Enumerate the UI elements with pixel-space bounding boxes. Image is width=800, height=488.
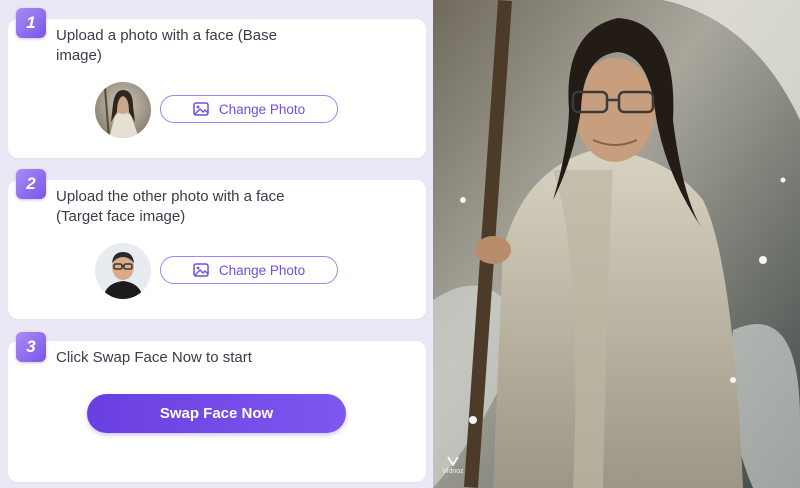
step-3-badge: 3 (16, 332, 46, 362)
image-icon (193, 263, 209, 277)
base-image-thumbnail[interactable] (95, 82, 151, 138)
step-2-text-line1: Upload the other photo with a face (56, 188, 285, 205)
change-photo-label: Change Photo (218, 101, 306, 117)
step-1-text-line1: Upload a photo with a face (Base (56, 27, 277, 44)
step-2-badge: 2 (16, 169, 46, 199)
step-2-text-line2: (Target face image) (56, 208, 186, 225)
step-1-badge: 1 (16, 8, 46, 38)
step-1-text-line2: image) (56, 47, 102, 64)
watermark-text: Vidnoz (442, 468, 464, 475)
step-2-instruction: Upload the other photo with a face (Targ… (56, 187, 285, 227)
target-face-thumbnail[interactable] (95, 243, 151, 299)
swap-face-now-button[interactable]: Swap Face Now (87, 394, 346, 433)
image-icon (193, 102, 209, 116)
change-target-photo-button[interactable]: Change Photo (160, 256, 338, 284)
steps-panel: 1 Upload a photo with a face (Base image… (0, 0, 432, 488)
step-3-instruction: Click Swap Face Now to start (56, 349, 252, 366)
change-base-photo-button[interactable]: Change Photo (160, 95, 338, 123)
result-image (433, 0, 800, 488)
watermark-logo: Vidnoz (440, 456, 466, 475)
vidnoz-logo-icon (447, 456, 459, 467)
change-photo-label: Change Photo (218, 262, 306, 278)
step-1-instruction: Upload a photo with a face (Base image) (56, 26, 277, 66)
